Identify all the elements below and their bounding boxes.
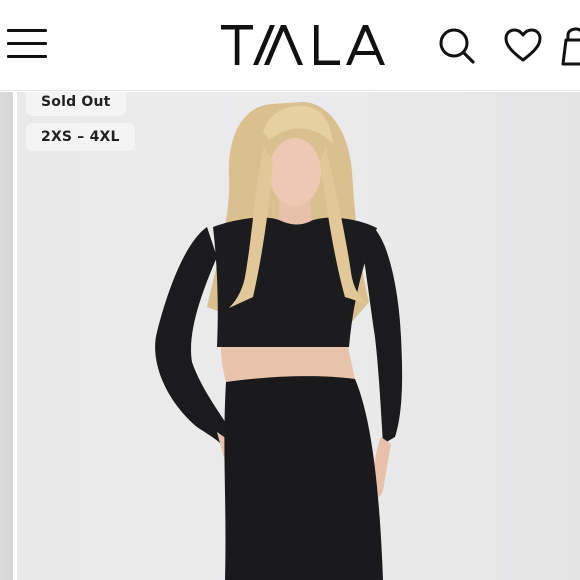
- menu-icon[interactable]: [7, 27, 49, 61]
- size-range-badge: 2XS – 4XL: [26, 123, 135, 151]
- previous-slide-edge[interactable]: [0, 92, 13, 580]
- site-header: [0, 0, 580, 91]
- heart-icon[interactable]: [503, 27, 543, 65]
- product-gallery[interactable]: Sold Out 2XS – 4XL: [0, 92, 580, 580]
- search-icon[interactable]: [437, 26, 477, 66]
- product-image[interactable]: [17, 92, 580, 580]
- bag-icon[interactable]: [560, 26, 580, 68]
- sold-out-badge: Sold Out: [26, 92, 126, 116]
- brand-logo[interactable]: [219, 20, 391, 70]
